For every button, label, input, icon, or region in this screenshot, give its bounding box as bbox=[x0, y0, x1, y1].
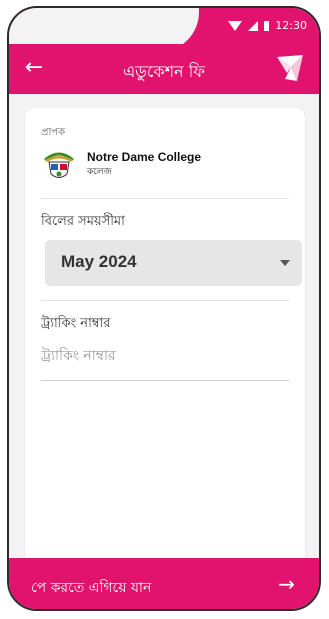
billing-period-label: বিলের সময়সীমা bbox=[41, 214, 125, 229]
signal-icon bbox=[248, 20, 259, 31]
divider bbox=[41, 300, 289, 301]
bkash-bird-logo bbox=[277, 55, 303, 81]
divider bbox=[41, 198, 289, 199]
billing-period-value: May 2024 bbox=[61, 252, 137, 271]
status-bar: 12:30 bbox=[9, 8, 319, 52]
tracking-number-input[interactable] bbox=[41, 344, 289, 368]
page-title: এডুকেশন ফি bbox=[123, 62, 205, 81]
input-underline bbox=[41, 380, 289, 381]
battery-icon bbox=[264, 20, 270, 31]
status-time: 12:30 bbox=[275, 19, 307, 32]
payment-form-card: প্রাপক Notre Dame College কলেজ বিলের সময… bbox=[25, 108, 305, 568]
proceed-label: পে করতে এগিয়ে যান bbox=[31, 580, 152, 596]
wifi-icon bbox=[228, 20, 243, 31]
app-bar: ← এডুকেশন ফি bbox=[9, 44, 319, 94]
billing-period-select[interactable]: May 2024 bbox=[45, 240, 302, 286]
status-icons: 12:30 bbox=[228, 19, 307, 32]
college-name: Notre Dame College bbox=[87, 149, 202, 164]
recipient-row: Notre Dame College কলেজ bbox=[41, 146, 201, 182]
college-logo bbox=[44, 152, 74, 178]
recipient-text: Notre Dame College কলেজ bbox=[87, 150, 201, 179]
college-type: কলেজ bbox=[87, 166, 112, 177]
proceed-to-pay-button[interactable]: পে করতে এগিয়ে যান → bbox=[9, 558, 319, 609]
recipient-label: প্রাপক bbox=[41, 127, 66, 138]
arrow-right-icon: → bbox=[278, 572, 295, 596]
phone-frame: 12:30 ← এডুকেশন ফি প্রাপক Notre Dame Col… bbox=[7, 6, 321, 611]
tracking-number-label: ট্র্যাকিং নাম্বার bbox=[41, 316, 111, 331]
dropdown-arrow-icon bbox=[280, 260, 290, 266]
